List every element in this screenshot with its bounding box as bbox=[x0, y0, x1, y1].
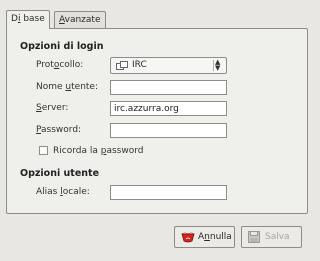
save-icon bbox=[248, 231, 260, 243]
protocol-label: Protocollo: bbox=[36, 60, 84, 70]
cancel-button-label: Annulla bbox=[198, 232, 232, 242]
tab-di-base[interactable]: Di base bbox=[6, 10, 50, 29]
username-label: Nome utente: bbox=[36, 82, 98, 92]
server-label: Server: bbox=[36, 103, 69, 113]
tab-label: Di base bbox=[11, 14, 45, 24]
user-options-title: Opzioni utente bbox=[20, 168, 100, 179]
combo-separator bbox=[213, 60, 214, 71]
remember-password-label: Ricorda la password bbox=[53, 146, 144, 156]
protocol-icon bbox=[116, 61, 128, 70]
protocol-select[interactable]: IRC ▲ ▼ bbox=[110, 57, 227, 74]
save-button[interactable]: Salva bbox=[241, 226, 302, 248]
server-input[interactable]: irc.azzurra.org bbox=[110, 101, 227, 116]
username-input[interactable] bbox=[110, 80, 227, 95]
password-input[interactable] bbox=[110, 123, 227, 138]
cancel-button[interactable]: Annulla bbox=[174, 226, 235, 248]
save-button-label: Salva bbox=[265, 232, 290, 242]
alias-input[interactable] bbox=[110, 185, 227, 200]
tab-label: Avanzate bbox=[59, 15, 101, 25]
protocol-value: IRC bbox=[132, 60, 147, 70]
password-label: Password: bbox=[36, 125, 82, 135]
tab-avanzate[interactable]: Avanzate bbox=[54, 11, 106, 28]
spinner-arrows-icon: ▲ ▼ bbox=[215, 58, 221, 72]
alias-label: Alias locale: bbox=[36, 187, 90, 197]
remember-password-checkbox[interactable] bbox=[39, 146, 48, 155]
cancel-icon bbox=[181, 232, 195, 243]
tab-panel: Opzioni di login Protocollo: IRC ▲ ▼ Nome… bbox=[6, 28, 308, 214]
login-options-title: Opzioni di login bbox=[20, 41, 104, 52]
